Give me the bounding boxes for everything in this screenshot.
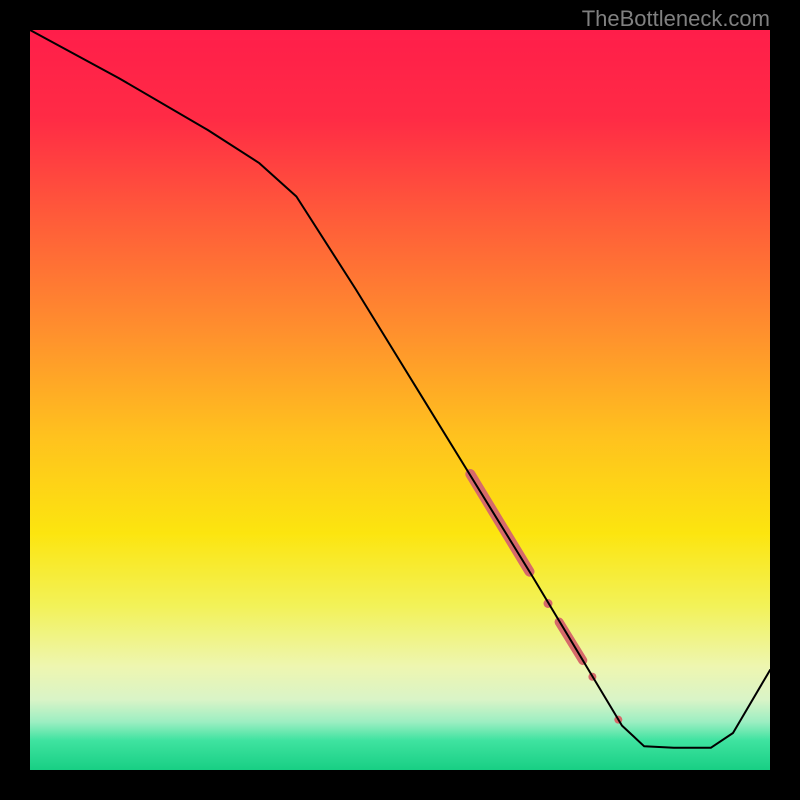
chart-container: TheBottleneck.com <box>0 0 800 800</box>
bottleneck-curve <box>30 30 770 748</box>
plot-area <box>30 30 770 770</box>
watermark-text: TheBottleneck.com <box>582 6 770 32</box>
chart-lines <box>30 30 770 770</box>
